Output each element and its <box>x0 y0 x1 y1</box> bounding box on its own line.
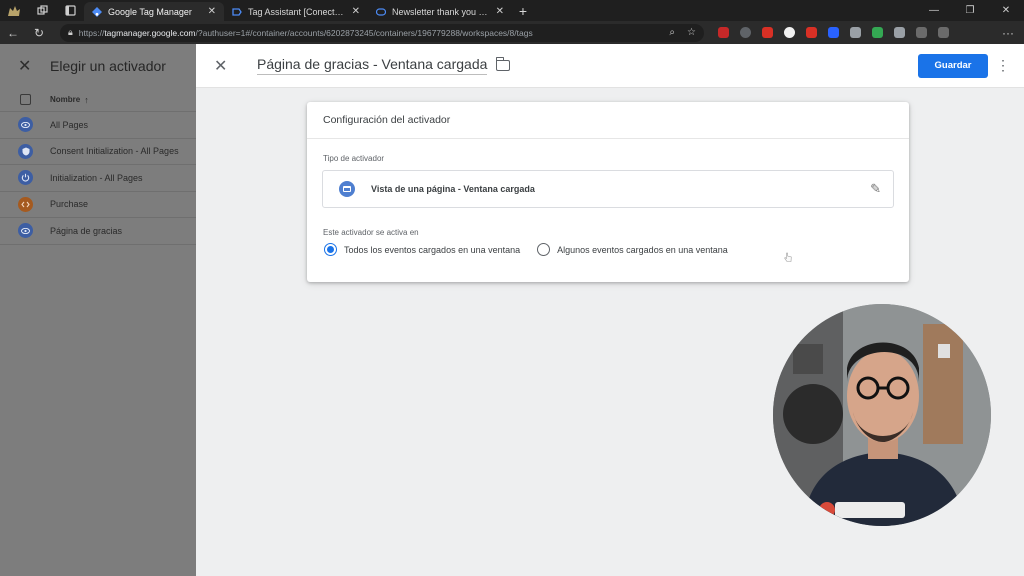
trigger-row-purchase[interactable]: Purchase <box>0 192 196 218</box>
column-name-label[interactable]: Nombre <box>50 95 80 104</box>
lock-icon[interactable]: 🔒︎ <box>68 27 73 38</box>
more-vert-icon[interactable]: ⋮ <box>988 57 1018 74</box>
newsletter-favicon-icon <box>375 7 387 17</box>
trigger-configuration-card: Configuración del activador Tipo de acti… <box>307 102 909 282</box>
collections-icon[interactable] <box>938 27 949 38</box>
tab-tag-assistant[interactable]: Tag Assistant [Conectado] ✕ <box>224 2 368 21</box>
tab-newsletter[interactable]: Newsletter thank you - Mi Super ✕ <box>368 2 512 21</box>
extension-red-icon[interactable] <box>718 27 729 38</box>
favorites-icon[interactable] <box>916 27 927 38</box>
radio-button-selected[interactable] <box>324 243 337 256</box>
folder-icon[interactable] <box>495 57 511 71</box>
gtm-page: ✕ Elegir un activador Nombre ↑ All Pages… <box>0 44 1024 576</box>
refresh-icon[interactable]: ↻ <box>26 21 52 44</box>
browser-menu-icon[interactable]: ··· <box>1002 26 1014 40</box>
url-path: /?authuser=1#/container/accounts/6202873… <box>195 27 533 38</box>
select-all-checkbox[interactable] <box>20 94 31 105</box>
trigger-row-label: Initialization - All Pages <box>50 172 143 183</box>
favorite-star-icon[interactable]: ☆ <box>687 27 696 38</box>
tab-actions-icon[interactable] <box>56 0 84 21</box>
trigger-row-initialization[interactable]: Initialization - All Pages <box>0 165 196 192</box>
trigger-editor-header: ✕ Página de gracias - Ventana cargada Gu… <box>196 44 1024 88</box>
radio-all-window-loaded[interactable]: Todos los eventos cargados en una ventan… <box>324 243 520 256</box>
radio-some-window-loaded[interactable]: Algunos eventos cargados en una ventana <box>537 243 728 256</box>
extension-gear-icon[interactable] <box>740 27 751 38</box>
extension-stop-icon[interactable] <box>806 27 817 38</box>
trigger-row-label: Consent Initialization - All Pages <box>50 146 179 157</box>
tab-google-tag-manager[interactable]: Google Tag Manager ✕ <box>84 2 224 21</box>
close-icon[interactable]: ✕ <box>18 56 38 76</box>
tab-label: Google Tag Manager <box>108 6 192 17</box>
radio-label: Todos los eventos cargados en una ventan… <box>344 244 521 255</box>
mouse-pointer-icon <box>784 252 792 262</box>
browser-toolbar: ← ↻ 🔒︎ https://tagmanager.google.com/?au… <box>0 21 1024 44</box>
tag-assistant-extension-icon[interactable] <box>872 27 883 38</box>
radio-button[interactable] <box>537 243 551 256</box>
trigger-type-label: Tipo de activador <box>323 154 385 163</box>
webcam-overlay <box>773 304 991 526</box>
close-tab-icon[interactable]: ✕ <box>208 6 216 17</box>
trigger-editor: ✕ Página de gracias - Ventana cargada Gu… <box>196 44 1024 576</box>
trigger-row-label: Página de gracias <box>50 225 123 236</box>
url-scheme: https:// <box>78 27 105 38</box>
extensions-bar <box>718 27 949 38</box>
sort-arrow-up-icon[interactable]: ↑ <box>84 95 89 105</box>
new-tab-icon[interactable]: + <box>512 3 534 19</box>
trigger-chooser-header: ✕ Elegir un activador <box>0 44 196 88</box>
trigger-row-consent-initialization[interactable]: Consent Initialization - All Pages <box>0 139 196 165</box>
gtm-favicon-icon <box>92 6 102 17</box>
trigger-type-selector[interactable]: Vista de una página - Ventana cargada ✎ <box>322 170 894 208</box>
tab-label: Newsletter thank you - Mi Super <box>392 6 490 17</box>
eye-icon <box>18 223 33 239</box>
trigger-name-field[interactable]: Página de gracias - Ventana cargada <box>257 56 488 75</box>
address-bar[interactable]: 🔒︎ https://tagmanager.google.com/?authus… <box>60 23 704 42</box>
page-view-icon <box>339 181 355 197</box>
radio-label: Algunos eventos cargados en una ventana <box>557 244 728 255</box>
extension-grey-icon[interactable] <box>850 27 861 38</box>
tag-assistant-favicon-icon <box>232 7 242 17</box>
edit-pencil-icon[interactable]: ✎ <box>870 181 881 197</box>
extension-blue-icon[interactable] <box>828 27 839 38</box>
shield-icon <box>18 143 33 159</box>
code-icon <box>18 196 33 212</box>
workspaces-icon[interactable] <box>28 0 56 21</box>
back-icon[interactable]: ← <box>0 21 26 44</box>
trigger-row-label: All Pages <box>50 119 89 130</box>
restore-icon[interactable]: ❐ <box>952 0 988 21</box>
card-title: Configuración del activador <box>307 102 909 139</box>
trigger-chooser-title: Elegir un activador <box>50 58 166 74</box>
tab-label: Tag Assistant [Conectado] <box>248 6 346 17</box>
trigger-row-label: Purchase <box>50 199 89 210</box>
eye-icon <box>18 117 33 133</box>
close-window-icon[interactable]: ✕ <box>988 0 1024 21</box>
trigger-list-header: Nombre ↑ <box>0 88 196 112</box>
save-button[interactable]: Guardar <box>918 53 988 78</box>
close-tab-icon[interactable]: ✕ <box>496 6 504 17</box>
profile-icon[interactable] <box>0 0 28 21</box>
extension-white-icon[interactable] <box>784 27 795 38</box>
url-domain: tagmanager.google.com <box>104 27 196 38</box>
close-icon[interactable]: ✕ <box>214 56 230 76</box>
minimize-icon[interactable]: — <box>916 0 952 21</box>
trigger-chooser-panel: ✕ Elegir un activador Nombre ↑ All Pages… <box>0 44 196 576</box>
trigger-row-pagina-de-gracias[interactable]: Página de gracias <box>0 218 196 245</box>
close-tab-icon[interactable]: ✕ <box>352 6 360 17</box>
fires-on-radio-group: Todos los eventos cargados en una ventan… <box>324 243 728 256</box>
trigger-row-all-pages[interactable]: All Pages <box>0 112 196 139</box>
trigger-type-value: Vista de una página - Ventana cargada <box>371 184 535 194</box>
adblock-icon[interactable] <box>762 27 773 38</box>
window-controls: — ❐ ✕ <box>916 0 1024 21</box>
extensions-puzzle-icon[interactable] <box>894 27 905 38</box>
fires-on-label: Este activador se activa en <box>323 228 419 237</box>
zoom-icon[interactable]: ⌕ <box>669 27 675 38</box>
browser-tab-bar: Google Tag Manager ✕ Tag Assistant [Cone… <box>0 0 1024 21</box>
power-icon <box>18 170 33 186</box>
